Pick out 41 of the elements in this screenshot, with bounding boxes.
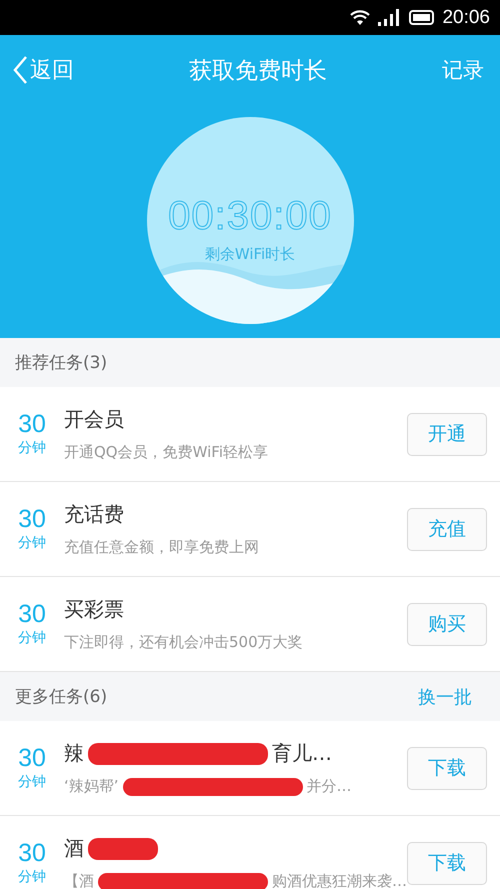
task-title: 买彩票 <box>64 596 124 623</box>
minutes-amount: 30 <box>18 745 46 773</box>
minutes-unit: 分钟 <box>18 628 46 647</box>
wifi-icon <box>349 9 372 26</box>
task-description: 【酒 <box>64 872 94 889</box>
task-description: 并分… <box>306 777 352 796</box>
minutes-amount: 30 <box>18 840 46 868</box>
task-title: 育儿… <box>272 740 332 767</box>
task-description: 充值任意金额，即享免费上网 <box>64 538 259 557</box>
records-link[interactable]: 记录 <box>442 56 484 84</box>
back-icon <box>12 55 28 85</box>
task-title: 辣 <box>64 740 84 767</box>
task-button[interactable]: 下载 <box>407 842 487 884</box>
remaining-time: 00:30:00 <box>168 194 332 239</box>
task-title: 充话费 <box>64 501 124 528</box>
minutes-amount: 30 <box>18 601 46 629</box>
task-description: ‘辣妈帮’ <box>64 777 119 796</box>
section-title: 更多任务(6) <box>15 686 108 708</box>
minutes-unit: 分钟 <box>18 534 46 552</box>
minutes-unit: 分钟 <box>18 868 46 886</box>
task-description: 开通QQ会员，免费WiFi轻松享 <box>64 443 268 462</box>
redaction-mark <box>88 838 158 860</box>
task-title: 酒 <box>64 835 84 862</box>
task-button[interactable]: 充值 <box>407 508 487 550</box>
battery-icon <box>409 10 436 25</box>
task-description: 购酒优惠狂潮来袭… <box>272 872 407 889</box>
task-button[interactable]: 开通 <box>407 412 487 456</box>
minutes-unit: 分钟 <box>18 772 46 791</box>
section-title: 推荐任务(3) <box>15 352 108 374</box>
task-title: 开会员 <box>64 406 124 433</box>
status-time: 20:06 <box>442 6 490 28</box>
minutes-amount: 30 <box>18 506 46 534</box>
task-button[interactable]: 下载 <box>407 746 487 790</box>
page-title: 获取免费时长 <box>189 56 327 86</box>
task-description: 下注即得，还有机会冲击500万大奖 <box>64 633 303 652</box>
back-button[interactable]: 返回 <box>12 55 74 85</box>
minutes-unit: 分钟 <box>18 438 46 457</box>
timer-caption: 剩余WiFi时长 <box>204 245 296 264</box>
minutes-amount: 30 <box>18 411 46 439</box>
task-button[interactable]: 购买 <box>407 602 487 646</box>
refresh-link[interactable]: 换一批 <box>418 684 472 708</box>
